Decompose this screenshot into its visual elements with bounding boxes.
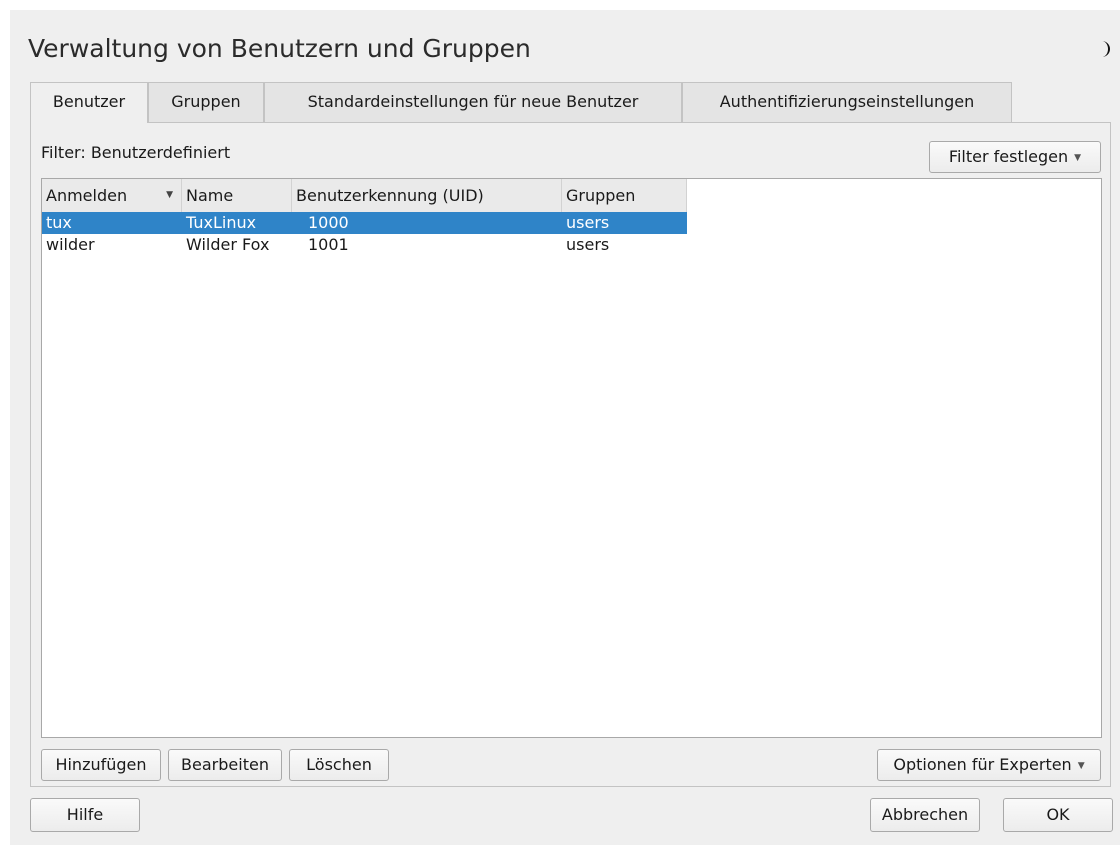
moon-icon bbox=[1102, 41, 1110, 57]
column-header-name[interactable]: Name bbox=[182, 179, 292, 212]
help-button[interactable]: Hilfe bbox=[30, 798, 140, 832]
ok-button[interactable]: OK bbox=[1003, 798, 1113, 832]
set-filter-label: Filter festlegen bbox=[948, 147, 1069, 166]
chevron-down-icon: ▼ bbox=[1077, 760, 1085, 771]
tab-benutzer[interactable]: Benutzer bbox=[30, 82, 148, 123]
sort-descending-icon: ▼ bbox=[166, 190, 173, 200]
tab-label: Benutzer bbox=[52, 92, 126, 111]
column-header-login[interactable]: Anmelden ▼ bbox=[42, 179, 182, 212]
cell-uid: 1001 bbox=[308, 235, 349, 254]
edit-button[interactable]: Bearbeiten bbox=[168, 749, 282, 781]
tab-gruppen[interactable]: Gruppen bbox=[148, 82, 264, 122]
column-label: Benutzerkennung (UID) bbox=[296, 186, 484, 205]
column-header-uid[interactable]: Benutzerkennung (UID) bbox=[292, 179, 562, 212]
set-filter-button[interactable]: Filter festlegen ▼ bbox=[929, 141, 1101, 173]
table-row[interactable]: wilder Wilder Fox 1001 users bbox=[42, 234, 687, 256]
dialog-window: Verwaltung von Benutzern und Gruppen Ben… bbox=[10, 10, 1120, 845]
cell-uid: 1000 bbox=[308, 213, 349, 232]
cell-groups: users bbox=[566, 213, 610, 232]
column-label: Gruppen bbox=[566, 186, 636, 205]
filter-label: Filter: Benutzerdefiniert bbox=[41, 143, 231, 162]
cell-groups: users bbox=[566, 235, 610, 254]
page-title: Verwaltung von Benutzern und Gruppen bbox=[28, 34, 531, 63]
add-button[interactable]: Hinzufügen bbox=[41, 749, 161, 781]
column-label: Anmelden bbox=[46, 186, 128, 205]
table-header: Anmelden ▼ Name Benutzerkennung (UID) Gru… bbox=[42, 179, 687, 212]
delete-button[interactable]: Löschen bbox=[289, 749, 389, 781]
table-row[interactable]: tux TuxLinux 1000 users bbox=[42, 212, 687, 234]
tab-label: Authentifizierungseinstellungen bbox=[719, 92, 975, 111]
tab-standardeinstellungen[interactable]: Standardeinstellungen für neue Benutzer bbox=[264, 82, 682, 122]
expert-options-label: Optionen für Experten bbox=[893, 755, 1072, 774]
tab-authentifizierung[interactable]: Authentifizierungseinstellungen bbox=[682, 82, 1012, 122]
chevron-down-icon: ▼ bbox=[1074, 152, 1082, 163]
tab-label: Standardeinstellungen für neue Benutzer bbox=[307, 92, 639, 111]
cancel-button[interactable]: Abbrechen bbox=[870, 798, 980, 832]
column-header-groups[interactable]: Gruppen bbox=[562, 179, 687, 212]
cell-name: Wilder Fox bbox=[186, 235, 270, 254]
tab-label: Gruppen bbox=[171, 92, 241, 111]
tab-content-panel: Filter: Benutzerdefiniert Filter festleg… bbox=[30, 122, 1111, 787]
cell-login: wilder bbox=[46, 235, 95, 254]
expert-options-button[interactable]: Optionen für Experten ▼ bbox=[877, 749, 1101, 781]
users-table[interactable]: Anmelden ▼ Name Benutzerkennung (UID) Gru… bbox=[41, 178, 1102, 738]
cell-name: TuxLinux bbox=[186, 213, 257, 232]
column-label: Name bbox=[186, 186, 234, 205]
cell-login: tux bbox=[46, 213, 72, 232]
